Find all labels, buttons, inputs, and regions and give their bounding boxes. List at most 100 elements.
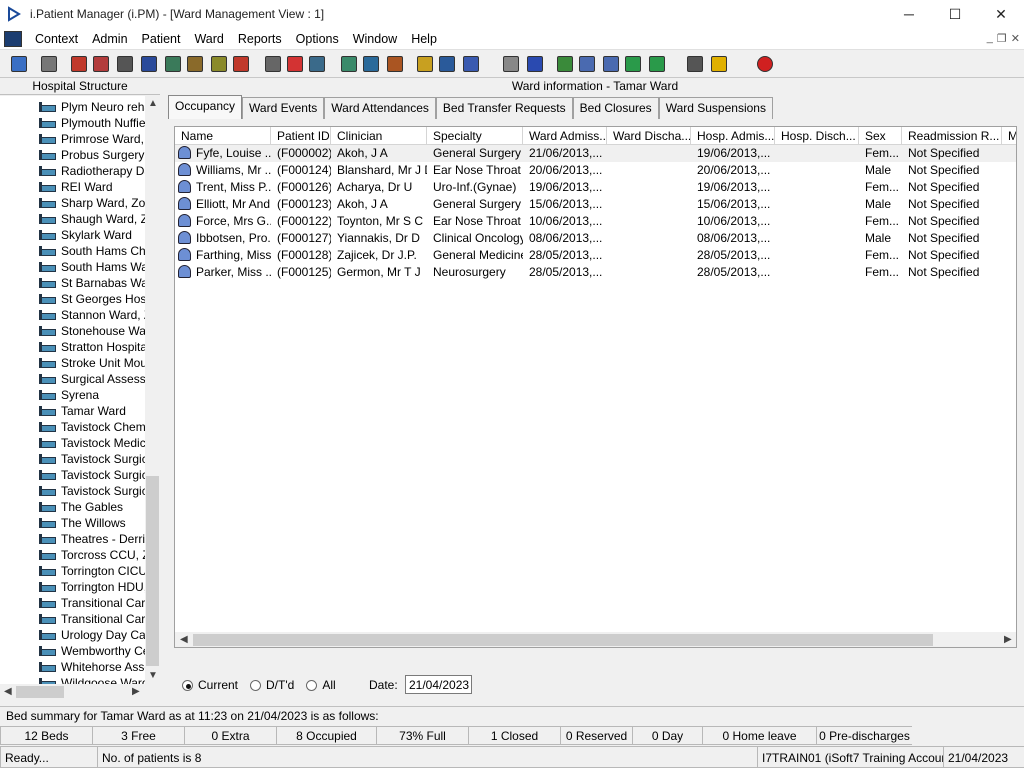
sync-icon[interactable] bbox=[646, 53, 668, 75]
radio-all[interactable]: All bbox=[306, 678, 336, 692]
table-row[interactable]: Fyfe, Louise ... (F000002) Akoh, J A Genera… bbox=[175, 145, 1016, 162]
tree-item[interactable]: REI Ward bbox=[38, 179, 145, 195]
clock-icon[interactable] bbox=[284, 53, 306, 75]
grid-horizontal-scrollbar[interactable]: ◀ ▶ bbox=[175, 632, 1016, 647]
tree-item[interactable]: Tavistock Surgica bbox=[38, 451, 145, 467]
monitor-icon[interactable] bbox=[306, 53, 328, 75]
tree-item[interactable]: Wembworthy Cen bbox=[38, 643, 145, 659]
tree-item[interactable]: Radiotherapy Day bbox=[38, 163, 145, 179]
tree-item[interactable]: Primrose Ward, Z bbox=[38, 131, 145, 147]
tree-horizontal-scrollbar[interactable]: ◀ ▶ bbox=[0, 684, 160, 700]
tree-item[interactable]: Stonehouse Ward bbox=[38, 323, 145, 339]
table-row[interactable]: Force, Mrs G... (F000122) Toynton, Mr S C E… bbox=[175, 213, 1016, 230]
scroll-down-icon[interactable]: ▼ bbox=[148, 670, 158, 681]
tree-item[interactable]: Stannon Ward, Z bbox=[38, 307, 145, 323]
table-row[interactable]: Parker, Miss ... (F000125) Germon, Mr T J N… bbox=[175, 264, 1016, 281]
grid-scroll-left-icon[interactable]: ◀ bbox=[180, 634, 188, 645]
tree-item[interactable]: Tavistock Medica bbox=[38, 435, 145, 451]
menu-patient[interactable]: Patient bbox=[135, 28, 188, 50]
notes-icon[interactable] bbox=[90, 53, 112, 75]
column-header[interactable]: Sex bbox=[859, 127, 902, 145]
scroll-up-icon[interactable]: ▲ bbox=[148, 98, 158, 109]
tree-vertical-scrollbar[interactable]: ▲ ▼ bbox=[145, 96, 160, 684]
grid-scroll-right-icon[interactable]: ▶ bbox=[1004, 634, 1012, 645]
book-icon[interactable] bbox=[68, 53, 90, 75]
tree-item[interactable]: Transitional Care bbox=[38, 611, 145, 627]
tree-item[interactable]: Urology Day Case bbox=[38, 627, 145, 643]
column-header[interactable]: Patient ID bbox=[271, 127, 331, 145]
table-row[interactable]: Farthing, Miss... (F000128) Zajicek, Dr J.… bbox=[175, 247, 1016, 264]
tree-item[interactable]: Skylark Ward bbox=[38, 227, 145, 243]
tree-item[interactable]: The Willows bbox=[38, 515, 145, 531]
scroll-right-icon[interactable]: ▶ bbox=[132, 686, 140, 697]
tree-item[interactable]: Probus Surgery W bbox=[38, 147, 145, 163]
tree-item[interactable]: Tavistock Surgica bbox=[38, 467, 145, 483]
vehicle-icon[interactable] bbox=[436, 53, 458, 75]
column-header[interactable]: Hosp. Disch... bbox=[775, 127, 859, 145]
patient-transfer-icon[interactable] bbox=[460, 53, 482, 75]
document-icon[interactable] bbox=[114, 53, 136, 75]
m-icon[interactable] bbox=[138, 53, 160, 75]
mdi-minimize-button[interactable]: _ bbox=[987, 32, 993, 45]
radio-dtd-dot[interactable] bbox=[250, 679, 262, 691]
tree-item[interactable]: Stroke Unit Mour bbox=[38, 355, 145, 371]
refresh-icon[interactable] bbox=[622, 53, 644, 75]
globe-icon[interactable] bbox=[554, 53, 576, 75]
tree-item[interactable]: Surgical Assessm bbox=[38, 371, 145, 387]
menu-help[interactable]: Help bbox=[404, 28, 444, 50]
radio-dtd[interactable]: D/T'd bbox=[250, 678, 294, 692]
tab-ward-attendances[interactable]: Ward Attendances bbox=[324, 97, 436, 119]
check-list-icon[interactable] bbox=[576, 53, 598, 75]
menu-ward[interactable]: Ward bbox=[187, 28, 230, 50]
column-header[interactable]: Clinician bbox=[331, 127, 427, 145]
menu-options[interactable]: Options bbox=[289, 28, 346, 50]
tab-ward-events[interactable]: Ward Events bbox=[242, 97, 325, 119]
tree-item[interactable]: Torcross CCU, Zo bbox=[38, 547, 145, 563]
tree-item[interactable]: Whitehorse Asse bbox=[38, 659, 145, 675]
mdi-restore-button[interactable]: ❐ bbox=[997, 32, 1007, 45]
table-row[interactable]: Williams, Mr ... (F000124) Blanshard, Mr J… bbox=[175, 162, 1016, 179]
tree-item[interactable]: Transitional Care bbox=[38, 595, 145, 611]
swap-icon[interactable] bbox=[684, 53, 706, 75]
minimize-button[interactable]: ─ bbox=[886, 0, 932, 28]
tree-scroll-thumb[interactable] bbox=[146, 476, 159, 666]
tree-item[interactable]: Torrington HDU, bbox=[38, 579, 145, 595]
timer-icon[interactable] bbox=[384, 53, 406, 75]
table-row[interactable]: Trent, Miss P... (F000126) Acharya, Dr U Ur… bbox=[175, 179, 1016, 196]
tree-item[interactable]: Tavistock Surgica bbox=[38, 483, 145, 499]
records-icon[interactable] bbox=[338, 53, 360, 75]
table-row[interactable]: Elliott, Mr And... (F000123) Akoh, J A Gene… bbox=[175, 196, 1016, 213]
menu-context[interactable]: Context bbox=[28, 28, 85, 50]
doctor-icon[interactable] bbox=[162, 53, 184, 75]
flag-icon[interactable] bbox=[230, 53, 252, 75]
tree-item[interactable]: Shaugh Ward, Zo bbox=[38, 211, 145, 227]
tree-item[interactable]: Stratton Hospital bbox=[38, 339, 145, 355]
tree-item[interactable]: South Hams Chem bbox=[38, 243, 145, 259]
bar-chart-icon[interactable] bbox=[524, 53, 546, 75]
tree-hscroll-thumb[interactable] bbox=[16, 686, 64, 698]
mdi-close-button[interactable]: ✕ bbox=[1011, 32, 1020, 45]
column-header[interactable]: Ward Discha... bbox=[607, 127, 691, 145]
column-header[interactable]: Me bbox=[1002, 127, 1016, 145]
pen-icon[interactable] bbox=[208, 53, 230, 75]
menu-reports[interactable]: Reports bbox=[231, 28, 289, 50]
hospital-structure-tree[interactable]: Plym Neuro rehab Plymouth Nuffield Primros… bbox=[0, 96, 145, 684]
person-icon[interactable] bbox=[8, 53, 30, 75]
maximize-button[interactable]: ☐ bbox=[932, 0, 978, 28]
menu-admin[interactable]: Admin bbox=[85, 28, 134, 50]
tree-item[interactable]: Tavistock Chemo bbox=[38, 419, 145, 435]
list-icon[interactable] bbox=[360, 53, 382, 75]
grid-scroll-thumb[interactable] bbox=[193, 634, 933, 646]
tree-item[interactable]: South Hams War bbox=[38, 259, 145, 275]
tree-item[interactable]: Theatres - Derrifo bbox=[38, 531, 145, 547]
printer-icon[interactable] bbox=[38, 53, 60, 75]
radio-current[interactable]: Current bbox=[182, 678, 238, 692]
scroll-left-icon[interactable]: ◀ bbox=[4, 686, 12, 697]
close-button[interactable]: ✕ bbox=[978, 0, 1024, 28]
notepad-icon[interactable] bbox=[414, 53, 436, 75]
warning-icon[interactable] bbox=[708, 53, 730, 75]
tree-item[interactable]: Syrena bbox=[38, 387, 145, 403]
tree-item[interactable]: Plym Neuro rehab bbox=[38, 99, 145, 115]
tree-item[interactable]: St Barnabas War bbox=[38, 275, 145, 291]
radio-current-dot[interactable] bbox=[182, 679, 193, 691]
